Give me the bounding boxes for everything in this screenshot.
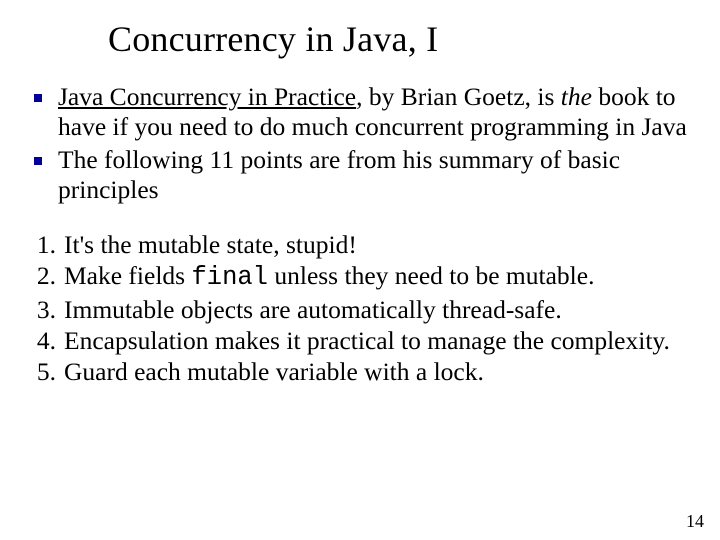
list-number: 5.: [28, 356, 56, 387]
list-number: 3.: [28, 294, 56, 325]
slide-title: Concurrency in Java, I: [108, 18, 438, 60]
list-text: Guard each mutable variable with a lock.: [64, 357, 484, 386]
slide: Concurrency in Java, I Java Concurrency …: [0, 0, 720, 540]
bullet-item: The following 11 points are from his sum…: [28, 145, 692, 206]
page-number: 14: [686, 511, 704, 532]
list-text: Encapsulation makes it practical to mana…: [64, 326, 670, 355]
list-item: 2. Make fields final unless they need to…: [28, 260, 692, 293]
slide-content: Java Concurrency in Practice, by Brian G…: [28, 82, 692, 387]
list-number: 1.: [28, 229, 56, 260]
list-item: 3. Immutable objects are automatically t…: [28, 294, 692, 325]
list-text: It's the mutable state, stupid!: [64, 230, 357, 259]
text-fragment: Make fields: [64, 261, 191, 290]
bullet-item: Java Concurrency in Practice, by Brian G…: [28, 82, 692, 143]
code-literal: final: [191, 263, 268, 292]
text-fragment: unless they need to be mutable.: [268, 261, 594, 290]
numbered-list: 1. It's the mutable state, stupid! 2. Ma…: [28, 229, 692, 387]
list-item: 4. Encapsulation makes it practical to m…: [28, 325, 692, 356]
list-item: 1. It's the mutable state, stupid!: [28, 229, 692, 260]
list-text: Immutable objects are automatically thre…: [64, 295, 562, 324]
list-number: 4.: [28, 325, 56, 356]
list-item: 5. Guard each mutable variable with a lo…: [28, 356, 692, 387]
bullet-list: Java Concurrency in Practice, by Brian G…: [28, 82, 692, 205]
emphasis: the: [561, 82, 592, 111]
list-number: 2.: [28, 260, 56, 291]
text-fragment: , by Brian Goetz, is: [356, 82, 561, 111]
book-title: Java Concurrency in Practice: [58, 82, 356, 111]
